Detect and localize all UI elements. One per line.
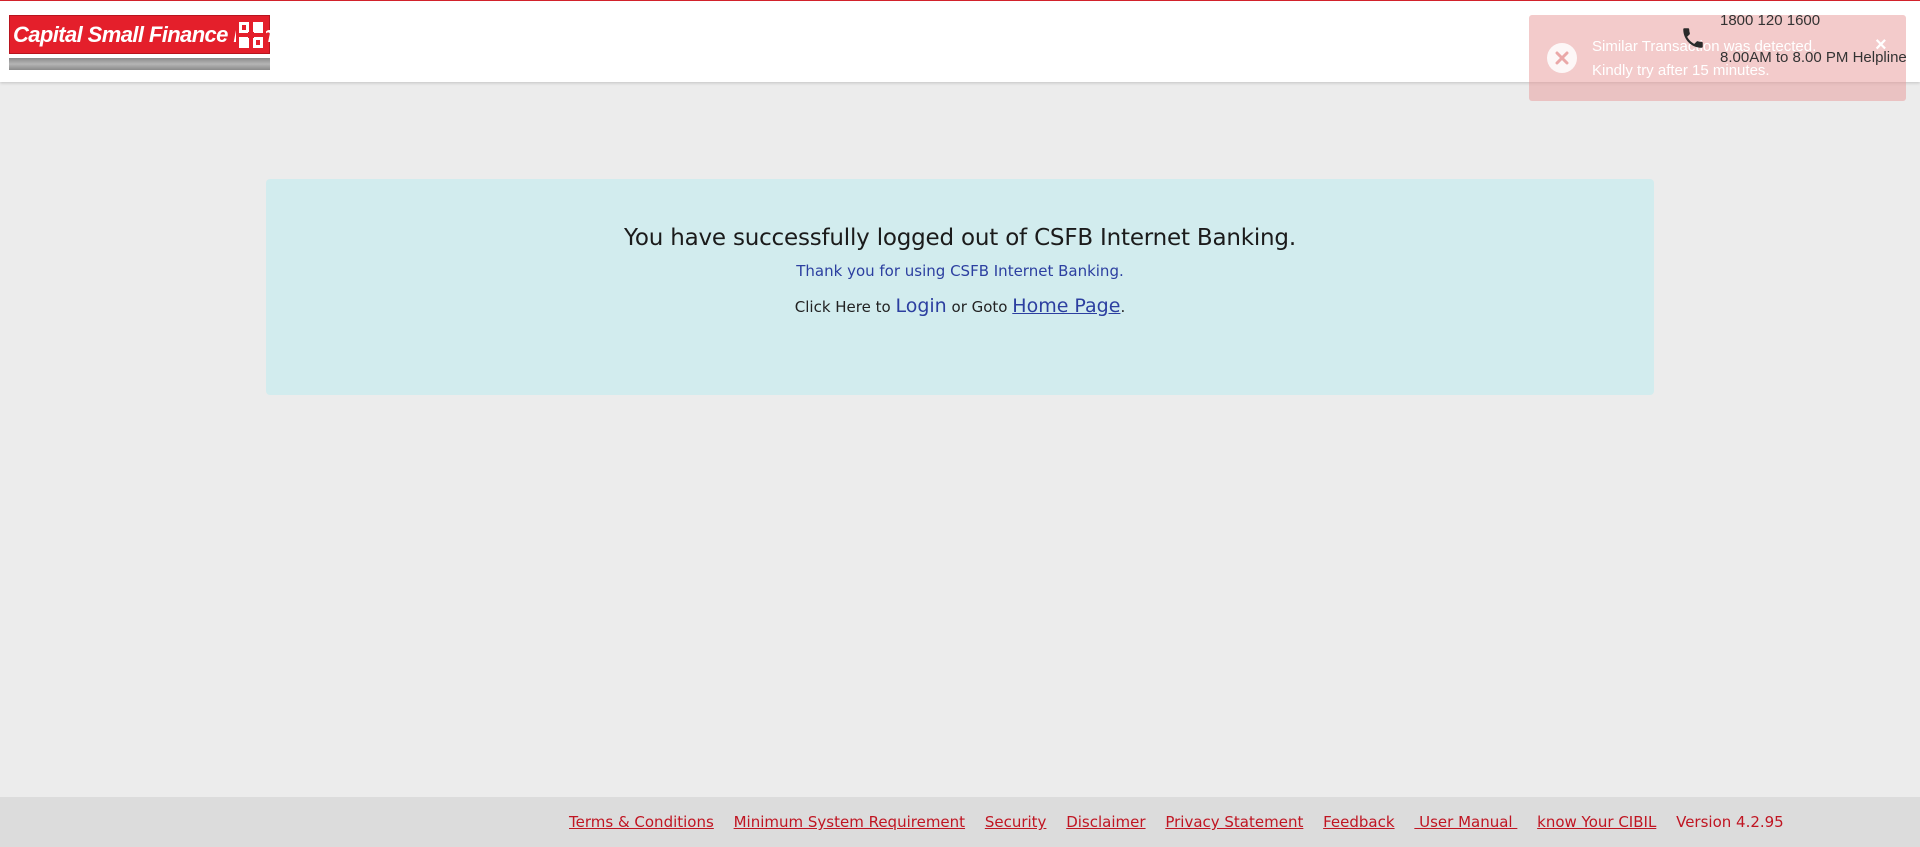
footer-link-feedback[interactable]: Feedback xyxy=(1323,813,1394,831)
bank-logo[interactable]: Capital Small Finance Bank xyxy=(9,15,285,70)
navigation-links: Click Here to Login or Goto Home Page. xyxy=(266,295,1654,317)
logo-underline xyxy=(9,58,270,70)
login-link[interactable]: Login xyxy=(895,295,946,317)
footer-link-terms[interactable]: Terms & Conditions xyxy=(569,813,714,831)
helpline-number: 1800 120 1600 xyxy=(1720,12,1821,29)
footer-link-user-manual[interactable]: User Manual xyxy=(1414,813,1517,831)
footer-link-security[interactable]: Security xyxy=(985,813,1047,831)
error-circle-icon xyxy=(1547,43,1577,73)
thank-you-text: Thank you for using CSFB Internet Bankin… xyxy=(796,262,1124,280)
logo-banner: Capital Small Finance Bank xyxy=(9,15,285,54)
footer-link-disclaimer[interactable]: Disclaimer xyxy=(1066,813,1145,831)
helpline-hours: 8.00AM to 8.00 PM Helpline xyxy=(1720,49,1907,66)
phone-icon xyxy=(1683,28,1703,48)
footer: Terms & Conditions Minimum System Requir… xyxy=(0,797,1920,847)
logout-message-card: You have successfully logged out of CSFB… xyxy=(266,179,1654,395)
period-text: . xyxy=(1120,298,1126,316)
footer-link-privacy[interactable]: Privacy Statement xyxy=(1165,813,1303,831)
home-page-link[interactable]: Home Page xyxy=(1012,295,1120,317)
page-title: You have successfully logged out of CSFB… xyxy=(624,225,1296,251)
click-prefix-text: Click Here to xyxy=(794,298,891,316)
footer-links: Terms & Conditions Minimum System Requir… xyxy=(569,813,1784,831)
footer-link-cibil[interactable]: know Your CIBIL xyxy=(1537,813,1656,831)
or-goto-text: or Goto xyxy=(951,298,1008,316)
footer-link-system-requirement[interactable]: Minimum System Requirement xyxy=(734,813,965,831)
logo-mark-icon xyxy=(236,19,266,51)
version-text: Version 4.2.95 xyxy=(1676,813,1784,831)
